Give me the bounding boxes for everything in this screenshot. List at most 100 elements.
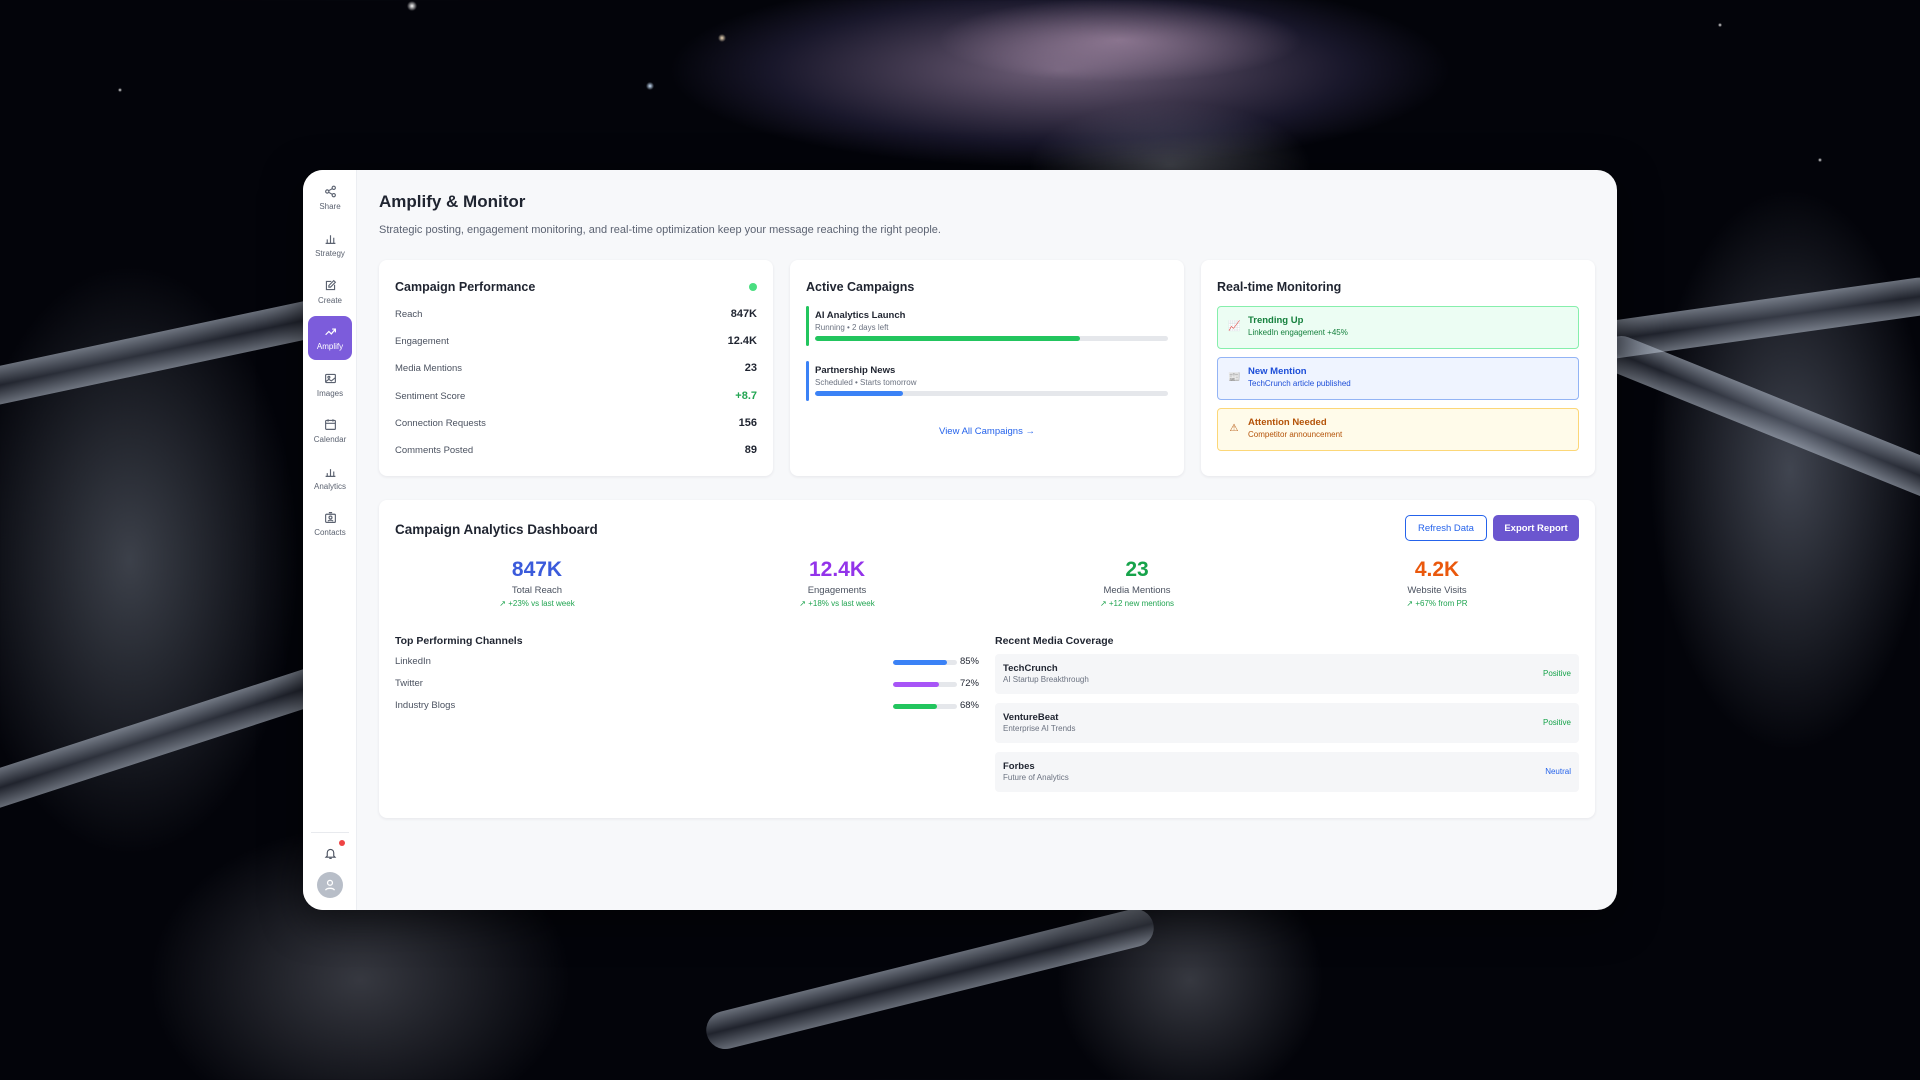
media-outlet: VentureBeat — [1003, 712, 1059, 723]
metric-value: 89 — [744, 444, 757, 456]
media-item[interactable]: Forbes Future of Analytics Neutral — [995, 752, 1579, 792]
sidebar-item-strategy[interactable]: Strategy — [308, 223, 352, 267]
metric-value: 23 — [744, 362, 757, 374]
campaign-name: AI Analytics Launch — [815, 310, 906, 321]
media-headline: Future of Analytics — [1003, 773, 1069, 782]
notifications-button[interactable] — [319, 842, 341, 864]
channel-row-linkedin: LinkedIn 85% — [395, 654, 979, 670]
campaign-progress-fill — [815, 336, 1080, 341]
metric-row: Sentiment Score +8.7 — [395, 388, 757, 404]
stat-change: ↗ +18% vs last week — [799, 599, 875, 608]
sidebar-item-label: Analytics — [313, 482, 346, 491]
alert-title: Attention Needed — [1248, 417, 1327, 428]
sentiment-badge: Positive — [1542, 718, 1571, 727]
sidebar-item-images[interactable]: Images — [308, 363, 352, 407]
image-icon — [324, 373, 336, 384]
stat-value: 847K — [511, 558, 563, 581]
channel-row-industry-blogs: Industry Blogs 68% — [395, 698, 979, 714]
alert-trending-up[interactable]: 📈 Trending Up LinkedIn engagement +45% — [1217, 306, 1579, 349]
contacts-icon — [324, 512, 336, 523]
alert-title: New Mention — [1248, 366, 1307, 377]
sidebar-item-create[interactable]: Create — [308, 270, 352, 314]
metric-row: Connection Requests 156 — [395, 415, 757, 431]
sidebar-item-label: Calendar — [313, 435, 347, 444]
realtime-monitoring-card: Real-time Monitoring 📈 Trending Up Linke… — [1201, 260, 1595, 476]
media-headline: AI Startup Breakthrough — [1003, 675, 1089, 684]
sidebar-item-contacts[interactable]: Contacts — [308, 502, 352, 546]
metric-label: Sentiment Score — [395, 390, 466, 402]
stat-change: ↗ +12 new mentions — [1099, 599, 1175, 608]
metric-row: Media Mentions 23 — [395, 360, 757, 376]
campaign-progress-track — [815, 336, 1168, 341]
sidebar-item-label: Create — [317, 296, 342, 305]
notification-dot — [339, 840, 345, 846]
export-report-button[interactable]: Export Report — [1493, 515, 1579, 541]
media-item[interactable]: TechCrunch AI Startup Breakthrough Posit… — [995, 654, 1579, 694]
share-icon — [324, 185, 336, 198]
metric-label: Media Mentions — [395, 362, 463, 374]
channel-name: Twitter — [395, 678, 423, 689]
channel-percent: 68% — [959, 700, 979, 711]
channels-section-title: Top Performing Channels — [395, 635, 523, 647]
analytics-dashboard-card: Campaign Analytics Dashboard Refresh Dat… — [379, 500, 1595, 818]
metric-label: Comments Posted — [395, 444, 474, 456]
metric-row: Reach 847K — [395, 306, 757, 322]
view-all-campaigns-link[interactable]: View All Campaigns → — [790, 426, 1184, 437]
trend-chart-icon: 📈 — [1228, 321, 1241, 332]
stat-change: ↗ +23% vs last week — [499, 599, 575, 608]
metric-label: Connection Requests — [395, 417, 486, 429]
stat-label: Engagements — [807, 585, 867, 596]
avatar[interactable] — [317, 872, 343, 898]
calendar-icon — [324, 419, 336, 430]
metric-label: Reach — [395, 308, 423, 320]
background-tube — [702, 904, 1158, 1054]
sidebar-item-calendar[interactable]: Calendar — [308, 409, 352, 453]
channel-progress-track — [893, 660, 957, 665]
alert-attention-needed[interactable]: ⚠ Attention Needed Competitor announceme… — [1217, 408, 1579, 451]
background-tube — [1596, 330, 1920, 508]
stat-value: 12.4K — [808, 558, 866, 581]
campaign-item[interactable]: Partnership News Scheduled • Starts tomo… — [806, 361, 1168, 405]
stat-total-reach: 847K Total Reach ↗ +23% vs last week — [457, 558, 617, 608]
channel-percent: 85% — [959, 656, 979, 667]
sidebar-divider — [311, 832, 349, 833]
channel-progress-fill — [893, 682, 940, 687]
status-indicator — [749, 283, 757, 291]
coverage-section-title: Recent Media Coverage — [995, 635, 1114, 647]
page-subtitle: Strategic posting, engagement monitoring… — [379, 224, 941, 236]
campaign-performance-card: Campaign Performance Reach 847K Engageme… — [379, 260, 773, 476]
sidebar-item-label: Share — [319, 202, 341, 211]
sidebar-item-amplify[interactable]: Amplify — [308, 316, 352, 360]
card-title: Active Campaigns — [806, 280, 915, 294]
background-tube — [1579, 275, 1920, 363]
metric-row: Engagement 12.4K — [395, 333, 757, 349]
media-outlet: TechCrunch — [1003, 663, 1058, 674]
campaign-status: Running • 2 days left — [815, 323, 889, 332]
media-outlet: Forbes — [1003, 761, 1035, 772]
metric-value: +8.7 — [735, 390, 757, 402]
sidebar-item-share[interactable]: Share — [308, 176, 352, 220]
campaign-name: Partnership News — [815, 365, 896, 376]
stat-label: Media Mentions — [1103, 585, 1171, 596]
channel-progress-fill — [893, 660, 948, 665]
campaign-status: Scheduled • Starts tomorrow — [815, 378, 917, 387]
media-item[interactable]: VentureBeat Enterprise AI Trends Positiv… — [995, 703, 1579, 743]
refresh-data-button[interactable]: Refresh Data — [1405, 515, 1487, 541]
campaign-item[interactable]: AI Analytics Launch Running • 2 days lef… — [806, 306, 1168, 350]
alert-new-mention[interactable]: 📰 New Mention TechCrunch article publish… — [1217, 357, 1579, 400]
sidebar-item-label: Images — [316, 389, 344, 398]
sidebar-item-analytics[interactable]: Analytics — [308, 456, 352, 500]
bell-icon — [324, 848, 336, 859]
channel-name: LinkedIn — [395, 656, 431, 667]
metric-value: 847K — [730, 308, 757, 320]
campaign-progress-fill — [815, 391, 904, 396]
channel-progress-track — [893, 682, 957, 687]
metric-label: Engagement — [395, 335, 449, 347]
channel-progress-fill — [893, 704, 937, 709]
stat-label: Total Reach — [511, 585, 563, 596]
alert-subtitle: Competitor announcement — [1248, 430, 1343, 439]
warning-icon: ⚠ — [1229, 423, 1239, 434]
stat-value: 23 — [1125, 558, 1149, 581]
bar-chart-icon — [325, 235, 335, 244]
alert-subtitle: TechCrunch article published — [1248, 379, 1351, 388]
